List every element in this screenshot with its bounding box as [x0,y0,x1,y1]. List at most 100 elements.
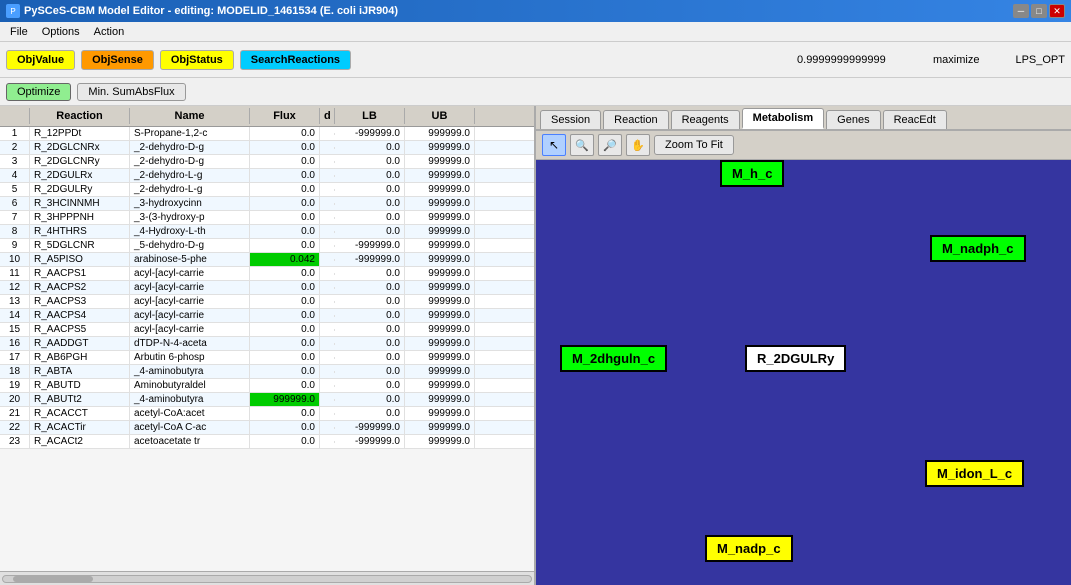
cell-lb: 0.0 [335,323,405,336]
cell-flux: 0.0 [250,295,320,308]
cell-num: 2 [0,141,30,154]
cell-flux: 0.0 [250,379,320,392]
tab-genes[interactable]: Genes [826,110,880,129]
table-row[interactable]: 3 R_2DGLCNRy _2-dehydro-D-g 0.0 0.0 9999… [0,155,534,169]
cell-flux: 0.0 [250,309,320,322]
col-flux: Flux [250,108,320,124]
menu-options[interactable]: Options [36,25,86,39]
col-lb: LB [335,108,405,124]
table-row[interactable]: 4 R_2DGULRx _2-dehydro-L-g 0.0 0.0 99999… [0,169,534,183]
cell-lb: 0.0 [335,211,405,224]
table-row[interactable]: 1 R_12PPDt S-Propane-1,2-c 0.0 -999999.0… [0,127,534,141]
cell-d [320,147,335,149]
tab-reagents[interactable]: Reagents [671,110,740,129]
table-row[interactable]: 21 R_ACACCT acetyl-CoA:acet 0.0 0.0 9999… [0,407,534,421]
cell-flux: 0.0 [250,239,320,252]
table-row[interactable]: 14 R_AACPS4 acyl-[acyl-carrie 0.0 0.0 99… [0,309,534,323]
cell-d [320,133,335,135]
canvas-node-M_idon_L_c[interactable]: M_idon_L_c [925,460,1024,487]
close-button[interactable]: ✕ [1049,4,1065,18]
table-row[interactable]: 8 R_4HTHRS _4-Hydroxy-L-th 0.0 0.0 99999… [0,225,534,239]
cell-d [320,175,335,177]
min-sum-button[interactable]: Min. SumAbsFlux [77,83,185,101]
table-row[interactable]: 12 R_AACPS2 acyl-[acyl-carrie 0.0 0.0 99… [0,281,534,295]
table-row[interactable]: 6 R_3HCINNMH _3-hydroxycinn 0.0 0.0 9999… [0,197,534,211]
cell-ub: 999999.0 [405,337,475,350]
zoom-out-tool-button[interactable]: 🔎 [598,134,622,156]
table-row[interactable]: 19 R_ABUTD Aminobutyraldel 0.0 0.0 99999… [0,379,534,393]
cell-lb: 0.0 [335,197,405,210]
obj-status-button[interactable]: ObjStatus [160,50,234,70]
cell-lb: -999999.0 [335,435,405,448]
canvas-toolbar: ↖ 🔍 🔎 ✋ Zoom To Fit [536,131,1071,160]
obj-value-button[interactable]: ObjValue [6,50,75,70]
cell-flux: 0.0 [250,183,320,196]
tab-reaction[interactable]: Reaction [603,110,668,129]
table-row[interactable]: 16 R_AADDGT dTDP-N-4-aceta 0.0 0.0 99999… [0,337,534,351]
cell-name: acetyl-CoA C-ac [130,421,250,434]
table-row[interactable]: 7 R_3HPPPNH _3-(3-hydroxy-p 0.0 0.0 9999… [0,211,534,225]
cell-name: Aminobutyraldel [130,379,250,392]
cell-name: _2-dehydro-L-g [130,183,250,196]
canvas-node-M_2dhguln_c[interactable]: M_2dhguln_c [560,345,667,372]
cell-d [320,315,335,317]
table-row[interactable]: 5 R_2DGULRy _2-dehydro-L-g 0.0 0.0 99999… [0,183,534,197]
table-row[interactable]: 18 R_ABTA _4-aminobutyra 0.0 0.0 999999.… [0,365,534,379]
cell-num: 19 [0,379,30,392]
cell-d [320,357,335,359]
cell-flux: 0.0 [250,211,320,224]
horizontal-scrollbar[interactable] [0,571,534,585]
cell-num: 11 [0,267,30,280]
cell-reaction: R_ABUTt2 [30,393,130,406]
table-row[interactable]: 9 R_5DGLCNR _5-dehydro-D-g 0.0 -999999.0… [0,239,534,253]
cell-ub: 999999.0 [405,183,475,196]
obj-sense-button[interactable]: ObjSense [81,50,154,70]
cell-lb: 0.0 [335,183,405,196]
tab-reacedt[interactable]: ReacEdt [883,110,947,129]
cell-flux: 0.0 [250,127,320,140]
cell-d [320,441,335,443]
cell-lb: 0.0 [335,309,405,322]
cell-flux: 0.0 [250,141,320,154]
table-row[interactable]: 22 R_ACACTir acetyl-CoA C-ac 0.0 -999999… [0,421,534,435]
cell-d [320,259,335,261]
tab-metabolism[interactable]: Metabolism [742,108,825,129]
cell-reaction: R_12PPDt [30,127,130,140]
canvas-node-M_h_c[interactable]: M_h_c [720,160,784,187]
cell-num: 16 [0,337,30,350]
table-row[interactable]: 2 R_2DGLCNRx _2-dehydro-D-g 0.0 0.0 9999… [0,141,534,155]
canvas-area[interactable]: M_h_c M_nadph_c M_2dhguln_c R_2DGULRy M_idon… [536,160,1071,585]
select-tool-button[interactable]: ↖ [542,134,566,156]
table-row[interactable]: 23 R_ACACt2 acetoacetate tr 0.0 -999999.… [0,435,534,449]
zoom-to-fit-button[interactable]: Zoom To Fit [654,135,734,155]
table-row[interactable]: 15 R_AACPS5 acyl-[acyl-carrie 0.0 0.0 99… [0,323,534,337]
optimize-button[interactable]: Optimize [6,83,71,101]
cell-num: 15 [0,323,30,336]
cell-ub: 999999.0 [405,127,475,140]
cell-d [320,371,335,373]
minimize-button[interactable]: ─ [1013,4,1029,18]
cell-name: acyl-[acyl-carrie [130,267,250,280]
cell-lb: -999999.0 [335,421,405,434]
menu-action[interactable]: Action [88,25,131,39]
zoom-in-tool-button[interactable]: 🔍 [570,134,594,156]
table-row[interactable]: 17 R_AB6PGH Arbutin 6-phosp 0.0 0.0 9999… [0,351,534,365]
table-row[interactable]: 13 R_AACPS3 acyl-[acyl-carrie 0.0 0.0 99… [0,295,534,309]
table-row[interactable]: 11 R_AACPS1 acyl-[acyl-carrie 0.0 0.0 99… [0,267,534,281]
cell-ub: 999999.0 [405,323,475,336]
tab-session[interactable]: Session [540,110,601,129]
cell-name: acyl-[acyl-carrie [130,309,250,322]
cell-lb: 0.0 [335,225,405,238]
canvas-node-R_2DGULRy[interactable]: R_2DGULRy [745,345,846,372]
table-row[interactable]: 10 R_A5PISO arabinose-5-phe 0.042 -99999… [0,253,534,267]
table-row[interactable]: 20 R_ABUTt2 _4-aminobutyra 999999.0 0.0 … [0,393,534,407]
cell-lb: 0.0 [335,393,405,406]
pan-tool-button[interactable]: ✋ [626,134,650,156]
search-reactions-button[interactable]: SearchReactions [240,50,351,70]
canvas-node-M_nadp_c[interactable]: M_nadp_c [705,535,793,562]
maximize-button[interactable]: □ [1031,4,1047,18]
table-body[interactable]: 1 R_12PPDt S-Propane-1,2-c 0.0 -999999.0… [0,127,534,571]
canvas-node-M_nadph_c[interactable]: M_nadph_c [930,235,1026,262]
cell-ub: 999999.0 [405,309,475,322]
menu-file[interactable]: File [4,25,34,39]
